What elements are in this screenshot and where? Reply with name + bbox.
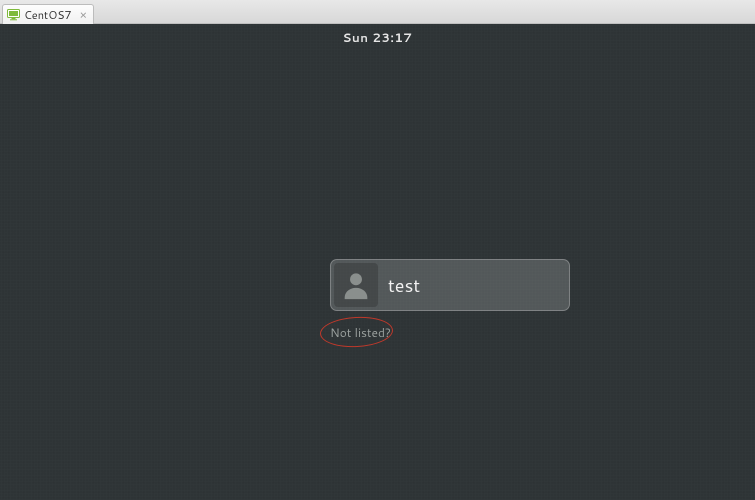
username-label: test	[388, 272, 420, 298]
top-bar: Sun 23:17	[0, 24, 755, 50]
user-list-item[interactable]: test	[330, 259, 570, 311]
tab-centos7[interactable]: CentOS7 ×	[2, 4, 94, 24]
close-icon[interactable]: ×	[80, 9, 88, 21]
tab-label: CentOS7	[24, 7, 72, 23]
not-listed-link[interactable]: Not listed?	[330, 324, 391, 341]
browser-tab-strip: CentOS7 ×	[0, 0, 755, 24]
clock: Sun 23:17	[343, 29, 413, 46]
vm-monitor-icon	[7, 9, 20, 21]
user-icon	[339, 268, 373, 302]
gdm-login-screen: Sun 23:17 test Not listed?	[0, 24, 755, 500]
avatar	[334, 263, 378, 307]
